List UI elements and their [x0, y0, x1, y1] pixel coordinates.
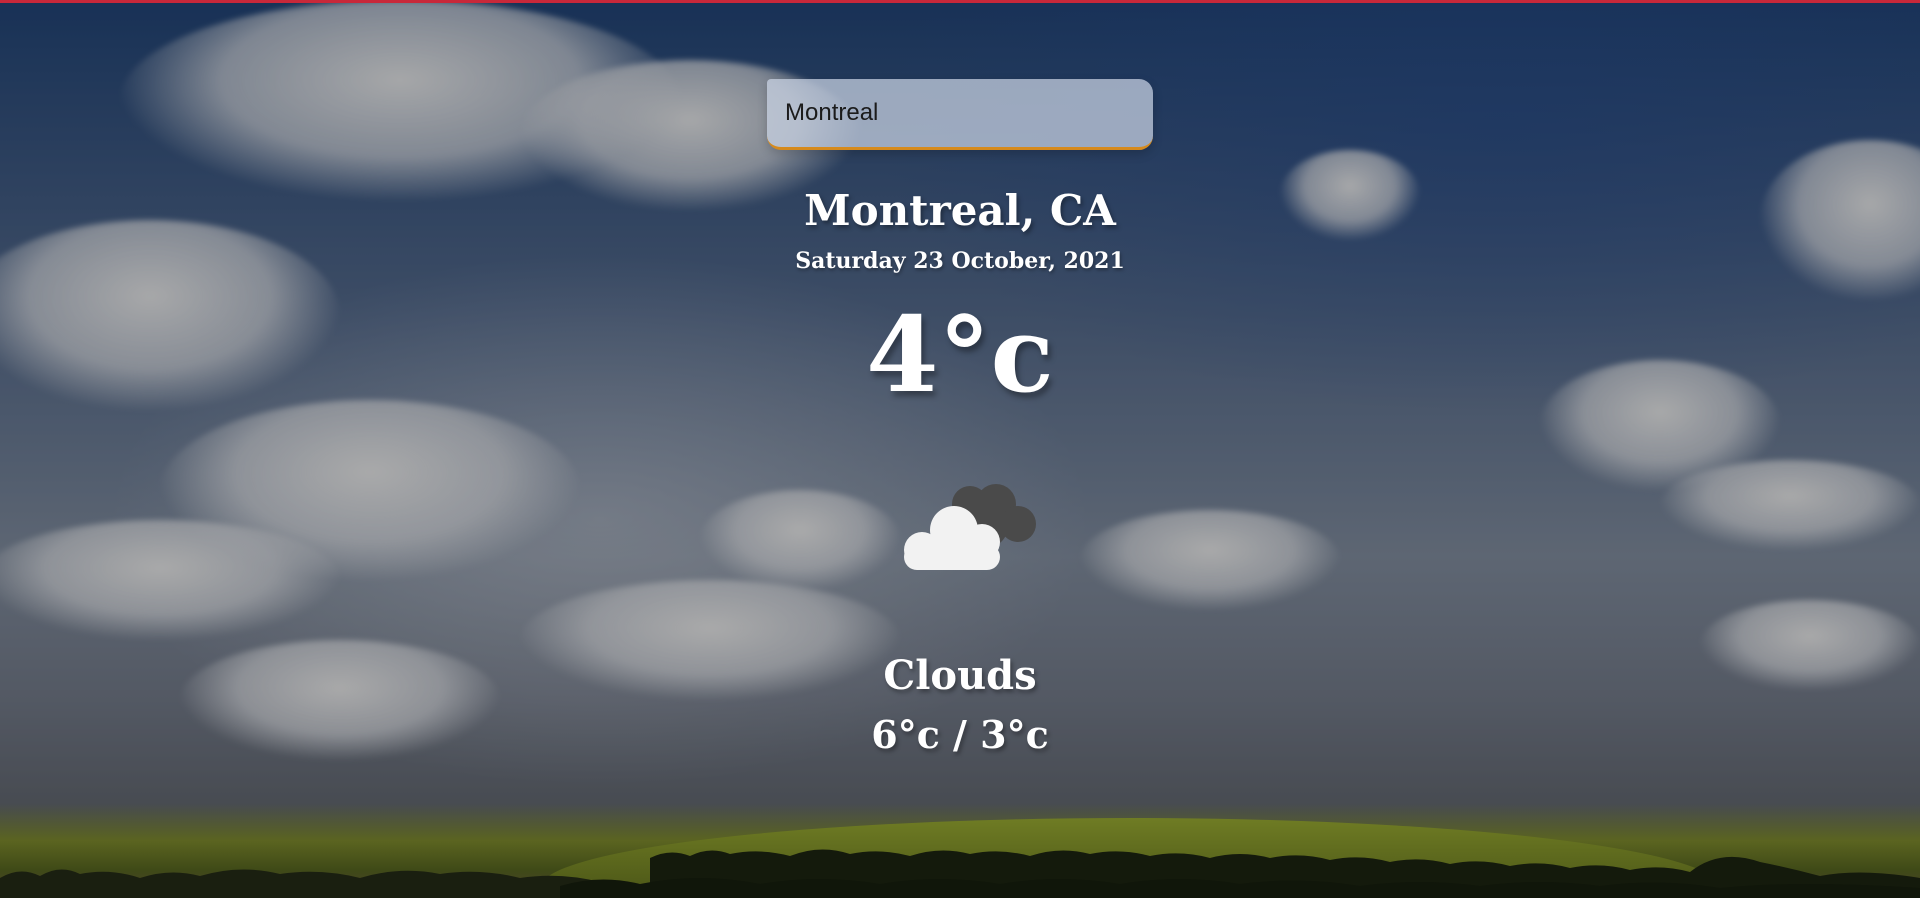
- city-search-input[interactable]: [767, 79, 1153, 150]
- high-low-temperature: 6°c / 3°c: [871, 712, 1049, 757]
- current-temperature: 4°c: [866, 293, 1054, 416]
- weather-condition: Clouds: [883, 652, 1037, 699]
- current-date: Saturday 23 October, 2021: [795, 248, 1125, 274]
- weather-app: Montreal, CA Saturday 23 October, 2021 4…: [0, 0, 1920, 898]
- location-title: Montreal, CA: [804, 186, 1116, 235]
- clouds-icon: [904, 484, 1036, 570]
